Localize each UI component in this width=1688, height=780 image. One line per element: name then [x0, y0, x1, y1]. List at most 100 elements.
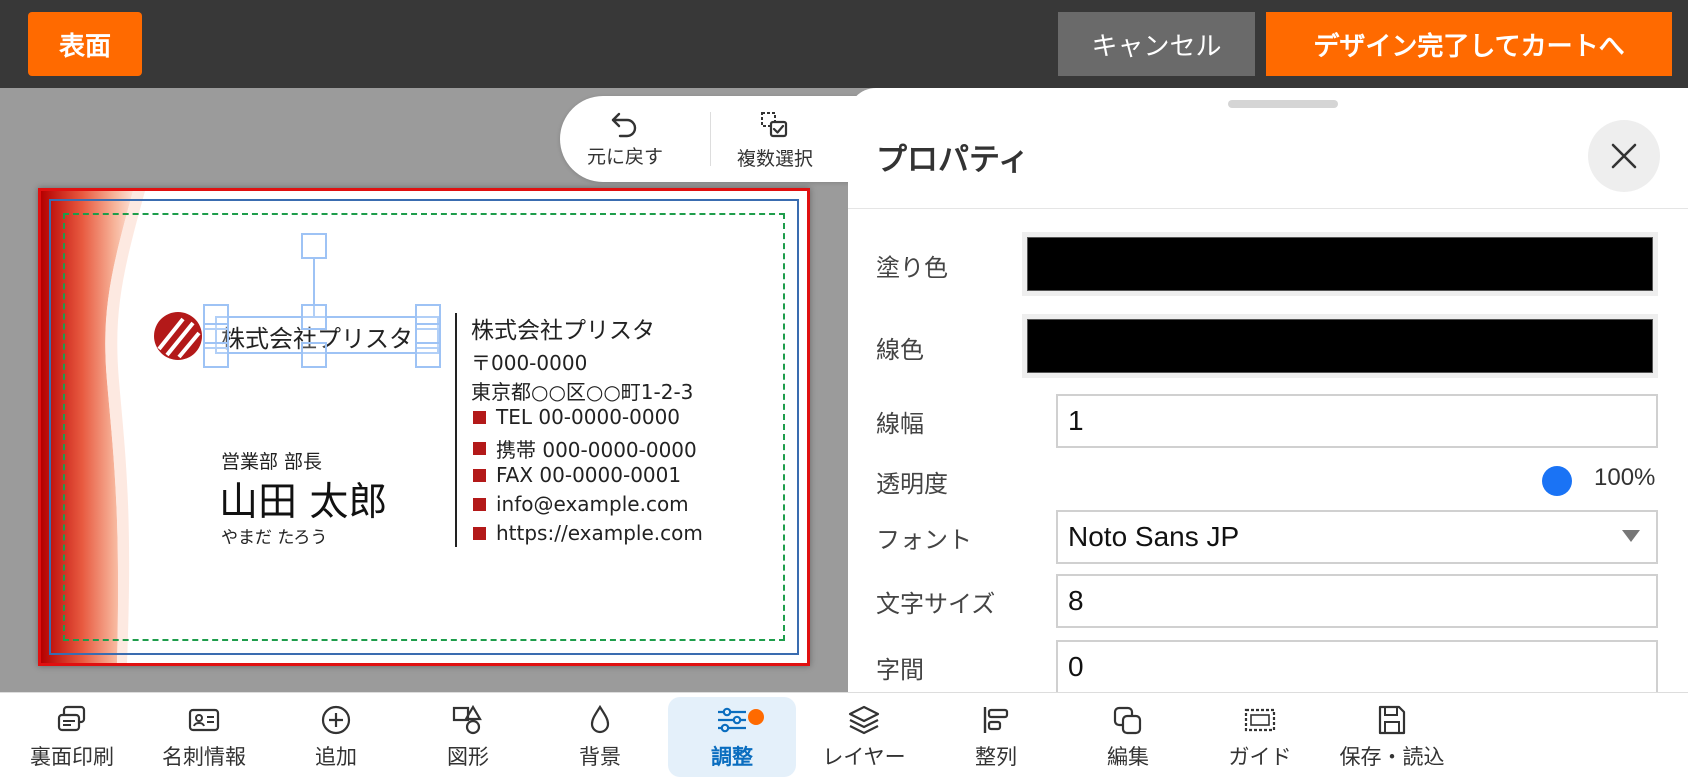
bullet-square [473, 497, 486, 511]
bottom-item-edit[interactable]: 編集 [1064, 697, 1192, 777]
back-print-icon [57, 705, 86, 731]
multi-select-icon [761, 112, 788, 138]
background-icon [590, 704, 610, 733]
selection-box[interactable] [215, 316, 439, 354]
fill-color-picker[interactable] [1022, 232, 1658, 296]
bottom-item-label: 保存・読込 [1339, 744, 1445, 769]
company-name-text[interactable]: 株式会社プリスタ [471, 311, 655, 345]
opacity-value: 100% [1594, 464, 1656, 491]
bottom-item-back-print[interactable]: 裏面印刷 [8, 697, 136, 777]
multi-select-label: 複数選択 [736, 148, 813, 170]
letter-spacing-input[interactable]: 0 [1056, 640, 1658, 692]
align-icon [983, 706, 1009, 733]
bottom-item-shapes[interactable]: 図形 [404, 697, 532, 777]
font-size-label: 文字サイズ [876, 590, 996, 618]
opacity-label: 透明度 [876, 470, 948, 498]
bottom-item-label: ガイド [1228, 744, 1292, 769]
opacity-slider-thumb[interactable] [1542, 466, 1572, 496]
contact-text: TEL 00-0000-0000 [496, 405, 681, 429]
bottom-item-label: 裏面印刷 [30, 744, 114, 769]
front-side-button[interactable]: 表面 [28, 12, 142, 76]
stroke-color-picker[interactable] [1022, 314, 1658, 378]
bottom-item-label: 編集 [1107, 744, 1149, 769]
bottom-item-guide[interactable]: ガイド [1196, 697, 1324, 777]
contact-tel[interactable]: TEL 00-0000-0000 [473, 405, 680, 429]
layers-icon [848, 705, 880, 734]
resize-handle-bottom[interactable] [301, 342, 327, 368]
address-text[interactable]: 東京都○○区○○町1-2-3 [471, 376, 693, 405]
contact-email[interactable]: info@example.com [473, 492, 689, 516]
company-logo-icon [154, 312, 202, 360]
bottom-toolbar: 裏面印刷 名刺情報 追加 図形 背景 調整 レイヤー 整列 編集 ガイド 保存・… [0, 692, 1688, 780]
bottom-item-adjust[interactable]: 調整 [668, 697, 796, 777]
bottom-item-label: 調整 [711, 744, 753, 769]
bottom-item-label: 名刺情報 [162, 744, 246, 769]
bullet-square [473, 410, 486, 424]
panel-divider [848, 208, 1688, 209]
fill-color-label: 塗り色 [876, 254, 948, 282]
save-icon [1378, 705, 1406, 734]
edit-icon [1113, 706, 1142, 734]
adjust-icon [718, 707, 746, 732]
bottom-item-label: 追加 [315, 744, 357, 769]
vertical-divider[interactable] [455, 313, 457, 547]
top-bar: 表面 キャンセル デザイン完了してカートへ [0, 0, 1688, 88]
undo-label: 元に戻す [586, 146, 663, 168]
name-text[interactable]: 山田 太郎 [219, 471, 387, 527]
bullet-square [473, 442, 486, 455]
resize-handle-bottom-right[interactable] [415, 342, 441, 368]
undo-icon [611, 112, 637, 138]
department-text[interactable]: 営業部 部長 [221, 447, 322, 474]
notification-badge [748, 709, 764, 725]
contact-text: FAX 00-0000-0001 [496, 463, 682, 487]
bottom-item-label: 図形 [447, 744, 489, 769]
panel-drag-handle[interactable] [1228, 100, 1338, 108]
bottom-item-label: 背景 [579, 744, 621, 769]
panel-close-button[interactable] [1588, 120, 1660, 192]
letter-spacing-label: 字間 [876, 656, 924, 684]
multi-select-button[interactable]: 複数選択 [710, 110, 840, 172]
contact-mobile[interactable]: 携帯 000-0000-0000 [473, 434, 697, 463]
name-kana-text[interactable]: やまだ たろう [221, 523, 327, 548]
stroke-width-input[interactable]: 1 [1056, 394, 1658, 448]
rotate-handle[interactable] [301, 233, 327, 259]
dropdown-arrow-icon [1622, 530, 1640, 542]
shapes-icon [452, 704, 482, 734]
stroke-color-label: 線色 [876, 336, 924, 364]
stroke-width-label: 線幅 [876, 410, 924, 438]
bottom-item-card-info[interactable]: 名刺情報 [140, 697, 268, 777]
finish-design-button[interactable]: デザイン完了してカートへ [1266, 12, 1672, 76]
font-size-input[interactable]: 8 [1056, 574, 1658, 628]
panel-title: プロパティ [876, 142, 1030, 178]
bottom-item-add[interactable]: 追加 [272, 697, 400, 777]
stroke-color-swatch [1027, 319, 1653, 373]
font-label: フォント [876, 526, 972, 554]
resize-handle-top[interactable] [301, 304, 327, 330]
bottom-item-save-load[interactable]: 保存・読込 [1328, 697, 1456, 777]
font-select-value: Noto Sans JP [1068, 521, 1240, 552]
bottom-item-background[interactable]: 背景 [536, 697, 664, 777]
bottom-item-label: 整列 [975, 744, 1017, 769]
bottom-item-label: レイヤー [822, 744, 906, 769]
business-card[interactable]: 株式会社プリスタ 営業部 部長 山田 太郎 やまだ たろう 株式会社プリスタ 〒… [38, 188, 810, 666]
bullet-square [473, 526, 486, 540]
font-select[interactable]: Noto Sans JP [1056, 510, 1658, 564]
bottom-item-layers[interactable]: レイヤー [800, 697, 928, 777]
bullet-square [473, 468, 486, 482]
resize-handle-bottom-left[interactable] [203, 342, 229, 368]
contact-fax[interactable]: FAX 00-0000-0001 [473, 463, 681, 487]
contact-website[interactable]: https://example.com [473, 521, 703, 545]
contact-text: https://example.com [496, 521, 703, 545]
add-icon [321, 705, 351, 734]
bottom-item-align[interactable]: 整列 [932, 697, 1060, 777]
property-panel: プロパティ 塗り色 線色 線幅 1 透明度 100% フォント Noto San… [848, 88, 1688, 692]
contact-text: info@example.com [496, 492, 689, 516]
cancel-button[interactable]: キャンセル [1058, 12, 1255, 76]
contact-text: 携帯 000-0000-0000 [496, 438, 697, 462]
close-icon [1611, 143, 1637, 169]
guide-icon [1244, 708, 1276, 731]
card-info-icon [188, 708, 220, 731]
fill-color-swatch [1027, 237, 1653, 291]
undo-button[interactable]: 元に戻す [560, 110, 690, 172]
zip-code-text[interactable]: 〒000-0000 [471, 347, 587, 376]
